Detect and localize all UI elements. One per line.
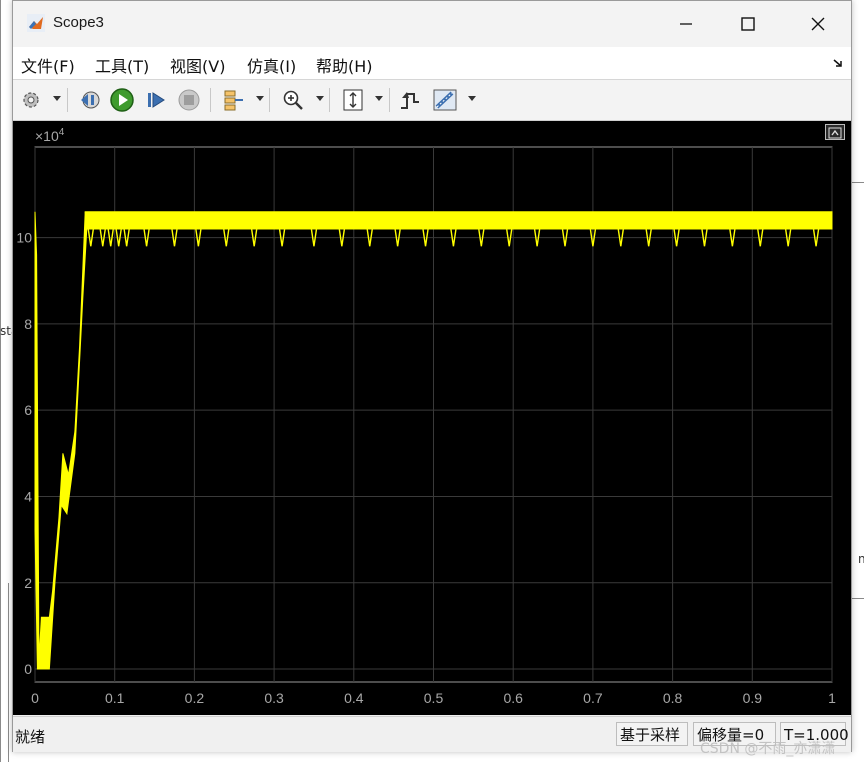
menu-file[interactable]: 文件(F) [21,53,75,77]
y-tick-label: 8 [24,316,32,332]
dock-arrow-icon[interactable] [831,56,845,70]
background-window-edge [852,182,864,183]
autoscale-icon [343,89,363,111]
maximize-icon [741,17,755,31]
minimize-button[interactable] [655,1,717,47]
zoom-button[interactable] [279,86,307,114]
cursor-measurements-button[interactable] [431,86,459,114]
x-tick-label: 0.6 [503,690,523,706]
minimize-icon [680,23,692,25]
toolbar-separator [210,88,211,112]
sampling-mode-indicator: 基于采样 [616,722,688,746]
step-back-button[interactable] [75,86,103,114]
x-tick-label: 0.3 [264,690,284,706]
menu-simulation[interactable]: 仿真(I) [247,53,296,77]
matlab-logo-icon [27,14,45,32]
stop-button[interactable] [175,86,203,114]
toolbar-separator [269,88,270,112]
maximize-button[interactable] [717,1,779,47]
triggers-button[interactable] [396,86,424,114]
highlight-icon [224,90,243,111]
highlight-dropdown-arrow[interactable] [256,96,264,101]
background-window-edge [8,583,9,762]
triggers-icon [401,92,419,109]
close-button[interactable] [787,1,849,47]
toolbar-separator [329,88,330,112]
x-tick-label: 0.2 [185,690,205,706]
status-ready-text: 就绪 [15,728,46,746]
x-tick-labels: 0 0.1 0.2 0.3 0.4 0.5 0.6 0.7 0.8 0.9 1 [31,690,836,706]
gear-icon [23,92,39,108]
x-tick-label: 0.1 [105,690,125,706]
run-icon [110,88,134,112]
y-tick-label: 2 [24,575,32,591]
y-tick-label: 6 [24,402,32,418]
x-tick-label: 0.8 [663,690,683,706]
autoscale-button[interactable] [339,86,367,114]
title-bar[interactable]: Scope3 [13,1,851,47]
x-tick-label: 0.5 [424,690,444,706]
background-fragment-text: n [858,552,864,566]
cursor-measurements-icon [433,89,457,111]
toolbar-separator [67,88,68,112]
x-tick-label: 0.7 [583,690,603,706]
x-tick-label: 0.4 [344,690,364,706]
y-tick-label: 0 [24,661,32,677]
stop-icon [178,89,200,111]
background-window-edge [0,0,1,762]
window-title: Scope3 [53,14,104,31]
settings-button[interactable] [17,86,45,114]
axis-exponent-label: ×104 [35,127,65,144]
scope-window: Scope3 文件(F) 工具(T) 视图(V) 仿真(I) 帮助(H) 0 0… [12,0,852,752]
run-button[interactable] [108,86,136,114]
toolbar-separator [389,88,390,112]
menu-view[interactable]: 视图(V) [170,53,225,77]
zoom-dropdown-arrow[interactable] [316,96,324,101]
x-tick-label: 0 [31,690,39,706]
measurements-dropdown-arrow[interactable] [468,96,476,101]
background-window-edge [852,598,864,599]
y-tick-label: 10 [16,230,32,246]
x-tick-label: 1 [828,690,836,706]
scope-display[interactable]: 0 0.1 0.2 0.3 0.4 0.5 0.6 0.7 0.8 0.9 1 0 2 4 6 8 10 ×1… [13,121,851,715]
y-tick-labels: 0 2 4 6 8 10 [16,230,32,677]
autoscale-dropdown-arrow[interactable] [375,96,383,101]
x-tick-label: 0.9 [743,690,763,706]
settings-dropdown-arrow[interactable] [53,96,61,101]
step-back-icon [81,91,100,109]
zoom-in-icon [283,90,303,110]
exponent-base: ×10 [35,128,59,144]
step-forward-icon [148,92,165,108]
step-forward-button[interactable] [142,86,170,114]
watermark-text: CSDN @不雨_亦潇潇 [700,741,836,757]
menu-tools[interactable]: 工具(T) [95,53,149,77]
exponent-power: 4 [59,127,65,138]
plot-axes[interactable]: 0 0.1 0.2 0.3 0.4 0.5 0.6 0.7 0.8 0.9 1 0 2 4 6 8 10 ×1… [13,121,851,715]
menu-bar: 文件(F) 工具(T) 视图(V) 仿真(I) 帮助(H) [13,47,851,80]
y-tick-label: 4 [24,488,32,504]
close-icon [811,17,825,31]
toolbar [13,80,851,121]
highlight-button[interactable] [219,86,247,114]
menu-help[interactable]: 帮助(H) [316,53,373,77]
